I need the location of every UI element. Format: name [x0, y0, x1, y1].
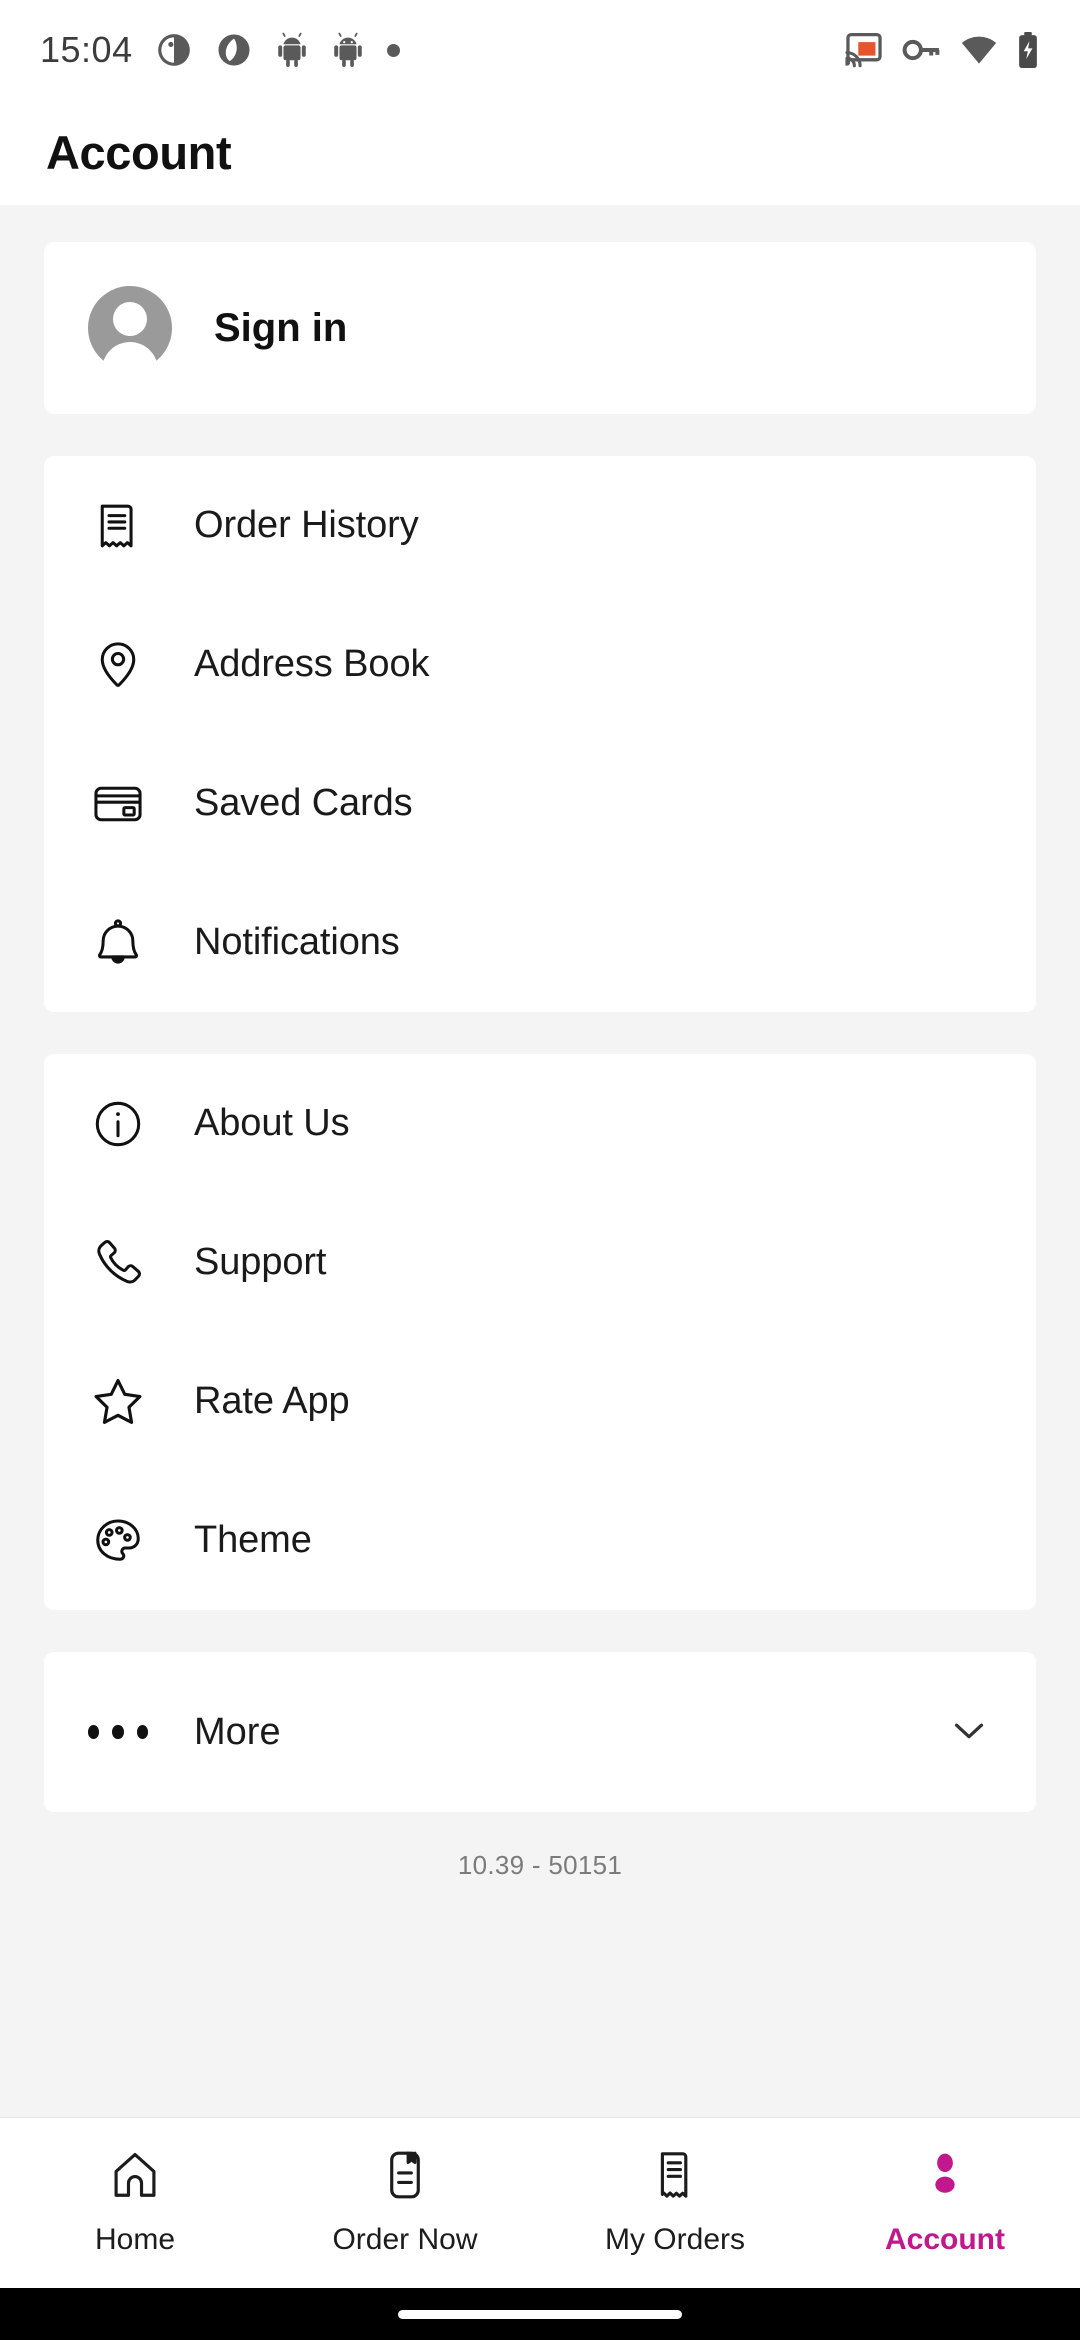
camera-lens-icon [218, 34, 250, 66]
menu-item-support[interactable]: Support [44, 1193, 1036, 1332]
person-icon [918, 2144, 972, 2206]
phone-icon [88, 1236, 148, 1290]
star-icon [88, 1374, 148, 1430]
account-content: Sign in Order History Address Book Saved… [0, 205, 1080, 2117]
vpn-key-icon [902, 39, 940, 61]
gesture-navigation-bar[interactable] [0, 2288, 1080, 2340]
menu-item-label: Address Book [194, 643, 430, 685]
info-circle-icon [88, 1097, 148, 1151]
status-bar-right [844, 31, 1040, 69]
menu-item-address-book[interactable]: Address Book [44, 595, 1036, 734]
sign-in-row[interactable]: Sign in [44, 242, 1036, 414]
app-bar: Account [0, 100, 1080, 205]
menu-item-label: Order History [194, 504, 419, 546]
nav-item-home[interactable]: Home [0, 2144, 270, 2257]
menu-item-theme[interactable]: Theme [44, 1471, 1036, 1610]
menu-item-about-us[interactable]: About Us [44, 1054, 1036, 1193]
three-dots-icon [88, 1725, 148, 1739]
notification-dot-icon [386, 43, 400, 57]
nav-item-label: My Orders [604, 2223, 745, 2256]
account-screen: 15:04 Account Sign in Order History Addr… [0, 0, 1080, 2340]
menu-item-label: Theme [194, 1519, 312, 1561]
nav-item-label: Order Now [332, 2223, 478, 2256]
chevron-down-icon[interactable] [946, 1707, 992, 1758]
wifi-icon [961, 36, 997, 64]
menu-item-label: Support [194, 1241, 327, 1283]
menu-item-order-history[interactable]: Order History [44, 456, 1036, 595]
menu-item-label: About Us [194, 1102, 350, 1144]
more-row[interactable]: More [44, 1652, 1036, 1812]
bell-icon [88, 916, 148, 970]
battery-charging-icon [1019, 31, 1037, 69]
orders-receipt-icon [648, 2144, 702, 2206]
menu-item-notifications[interactable]: Notifications [44, 873, 1036, 1012]
bottom-navigation-bar: Home Order Now My Orders Account [0, 2117, 1080, 2288]
nav-item-label: Home [94, 2223, 176, 2256]
more-label: More [194, 1710, 281, 1753]
receipt-icon [88, 499, 148, 553]
credit-card-icon [88, 777, 148, 831]
menu-item-saved-cards[interactable]: Saved Cards [44, 734, 1036, 873]
menu-item-rate-app[interactable]: Rate App [44, 1332, 1036, 1471]
menu-item-label: Notifications [194, 921, 400, 963]
status-bar: 15:04 [0, 0, 1080, 100]
app-version-label: 10.39 - 50151 [457, 1850, 623, 1880]
menu-item-label: Saved Cards [194, 782, 413, 824]
status-bar-clock: 15:04 [40, 29, 133, 70]
sign-in-label: Sign in [214, 305, 348, 350]
nav-item-label: Account [885, 2223, 1005, 2256]
moon-icon [157, 34, 190, 66]
status-bar-left: 15:04 [40, 29, 400, 71]
map-pin-icon [88, 638, 148, 692]
account-menu-group-2: About Us Support Rate App Theme [44, 1054, 1036, 1610]
nav-item-my-orders[interactable]: My Orders [540, 2144, 810, 2257]
more-card[interactable]: More [44, 1652, 1036, 1812]
person-icon-svg [935, 2153, 955, 2193]
palette-icon [88, 1514, 148, 1568]
cast-icon [845, 32, 882, 68]
android-robot-icon [277, 32, 306, 67]
page-title: Account [46, 126, 232, 179]
home-icon [108, 2144, 162, 2206]
android-robot-icon [333, 32, 362, 67]
person-avatar-icon [88, 286, 172, 376]
gesture-pill[interactable] [398, 2309, 682, 2319]
menu-card-icon [378, 2144, 432, 2206]
nav-item-account[interactable]: Account [810, 2144, 1080, 2257]
account-menu-group-1: Order History Address Book Saved Cards N… [44, 456, 1036, 1012]
menu-item-label: Rate App [194, 1380, 350, 1422]
sign-in-card[interactable]: Sign in [44, 242, 1036, 414]
nav-item-order-now[interactable]: Order Now [270, 2144, 540, 2257]
